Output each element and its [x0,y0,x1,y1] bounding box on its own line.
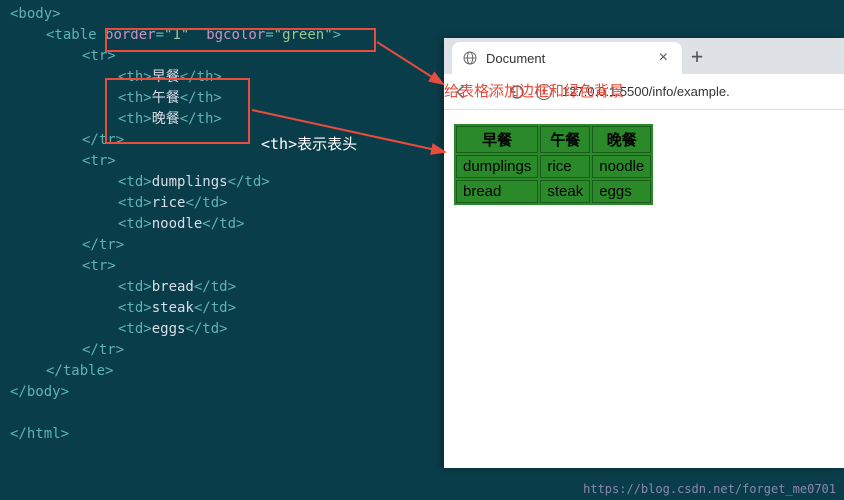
browser-window: Document × + i 127.0.0.1:5500/info/examp… [444,38,844,468]
code-editor-panel: <body> <table border="1" bgcolor="green"… [0,0,440,480]
highlight-box-attrs [105,28,376,52]
table-header-cell: 晚餐 [592,126,651,153]
table-cell: steak [540,180,590,203]
td-text-2: rice [152,195,186,211]
td-text-1: dumplings [152,174,228,190]
table-row: dumplings rice noodle [456,155,651,178]
browser-tab[interactable]: Document × [452,42,682,74]
table-cell: rice [540,155,590,178]
new-tab-button[interactable]: + [682,44,712,68]
table-cell: noodle [592,155,651,178]
tag-body-close: </body> [10,384,69,400]
tag-body-open: <body> [10,6,61,22]
table-cell: dumplings [456,155,538,178]
td-text-6: eggs [152,321,186,337]
tab-title: Document [486,51,545,66]
table-row: bread steak eggs [456,180,651,203]
table-header-cell: 午餐 [540,126,590,153]
table-cell: bread [456,180,538,203]
annotation-border-bg: 给表格添加边框和绿色背景 [444,80,624,101]
tag-table-open: <table [46,27,105,43]
browser-content: 早餐 午餐 晚餐 dumplings rice noodle bread ste… [444,110,844,219]
annotation-th-meaning: <th>表示表头 [261,133,357,154]
td-text-3: noodle [152,216,203,232]
close-icon[interactable]: × [655,49,672,67]
table-header-cell: 早餐 [456,126,538,153]
tag-html-close: </html> [10,426,69,442]
globe-icon [462,50,478,66]
td-text-4: bread [152,279,194,295]
table-row: 早餐 午餐 晚餐 [456,126,651,153]
browser-tabbar: Document × + [444,38,844,74]
watermark: https://blog.csdn.net/forget_me0701 [583,482,836,496]
rendered-table: 早餐 午餐 晚餐 dumplings rice noodle bread ste… [454,124,653,205]
table-cell: eggs [592,180,651,203]
td-text-5: steak [152,300,194,316]
highlight-box-th [105,78,250,144]
tag-table-close: </table> [46,363,113,379]
